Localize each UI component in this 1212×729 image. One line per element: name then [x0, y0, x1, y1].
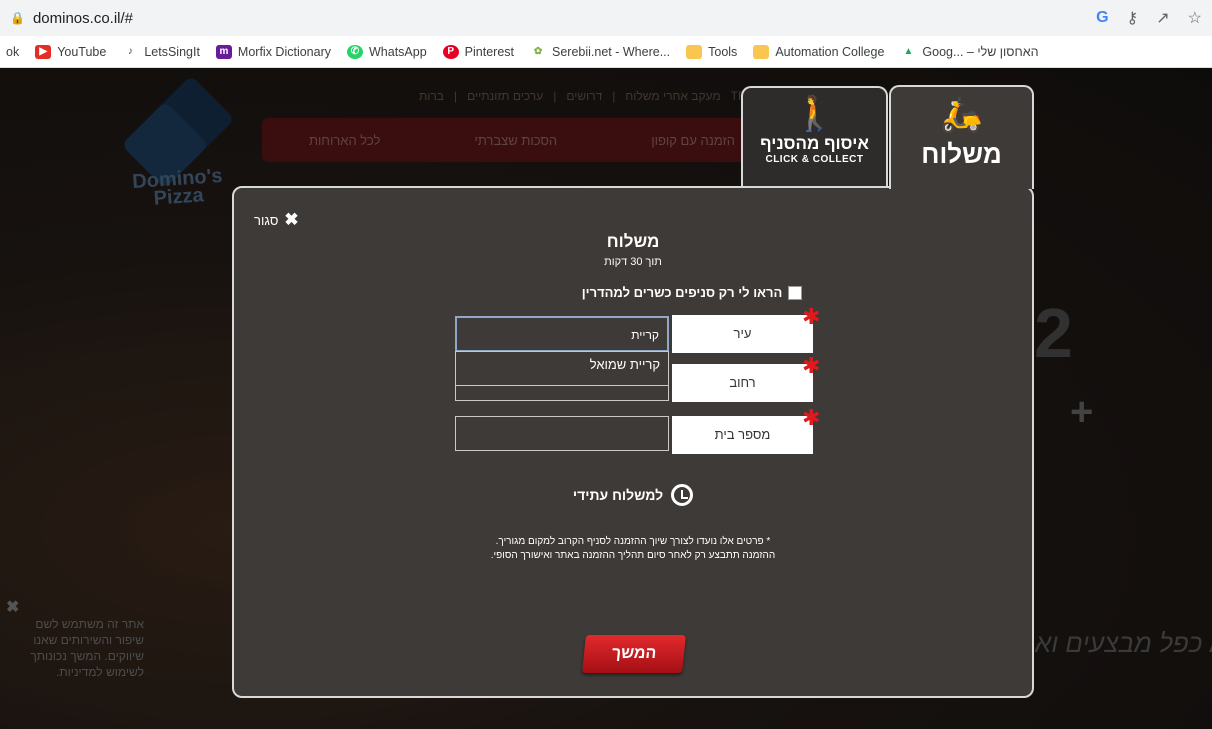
- folder-icon: [686, 44, 703, 59]
- kosher-label: הראו לי רק סניפים כשרים למהדרין: [581, 285, 783, 300]
- bookmark-whatsapp[interactable]: ✆ WhatsApp: [347, 44, 427, 59]
- required-star-icon: ✱: [802, 304, 821, 329]
- bookmark-google-drive[interactable]: ▲ Goog... – האחסון שלי: [900, 45, 1038, 59]
- folder-icon: [753, 44, 770, 59]
- street-label: רחוב: [672, 364, 813, 402]
- page-content: Domino's Pizza TRACKER מעקב אחרי משלוח |…: [0, 68, 1212, 729]
- morfix-icon: m: [215, 44, 232, 59]
- kosher-checkbox-row[interactable]: הראו לי רק סניפים כשרים למהדרין: [572, 285, 812, 300]
- tab-pickup[interactable]: 🚶 איסוף מהסניף CLICK & COLLECT: [741, 86, 888, 189]
- future-delivery-link[interactable]: למשלוח עתידי: [234, 484, 1032, 506]
- pinterest-icon: P: [442, 44, 459, 59]
- clock-icon: [671, 484, 694, 506]
- street-autocomplete-option[interactable]: קריית שמואל: [455, 351, 669, 386]
- city-input[interactable]: קריית: [455, 316, 669, 352]
- close-label: סגור: [254, 212, 279, 228]
- google-icon[interactable]: G: [1096, 9, 1108, 27]
- delivery-modal: סגור ✖ משלוח תוך 30 דקות הראו לי רק סניפ…: [232, 186, 1034, 698]
- walking-person-icon: 🚶: [793, 95, 836, 133]
- required-star-icon: ✱: [802, 405, 821, 430]
- disclaimer-note: * פרטים אלו נועדו לצורך שיוך ההזמנה לסני…: [490, 536, 776, 561]
- tab-delivery[interactable]: 🛵 משלוח: [889, 85, 1034, 189]
- kosher-checkbox[interactable]: [788, 285, 803, 300]
- close-button[interactable]: סגור ✖: [254, 210, 299, 230]
- city-label: עיר: [672, 315, 813, 353]
- whatsapp-icon: ✆: [347, 44, 363, 59]
- bookmark-facebook[interactable]: ok: [6, 45, 19, 59]
- bookmark-letssingit[interactable]: ♪ LetsSingIt: [122, 45, 200, 59]
- address-bar[interactable]: 🔒 dominos.co.il/# G ⚷ ↗ ☆: [0, 0, 1212, 36]
- street-input[interactable]: [455, 382, 669, 401]
- bookmark-youtube[interactable]: ▶ YouTube: [35, 44, 106, 59]
- close-icon: ✖: [284, 210, 299, 229]
- continue-button[interactable]: המשך: [582, 635, 686, 673]
- scooter-icon: 🛵: [940, 96, 983, 134]
- lock-icon[interactable]: 🔒: [10, 11, 25, 25]
- future-delivery-label: למשלוח עתידי: [572, 487, 664, 503]
- bookmark-star-icon[interactable]: ☆: [1188, 8, 1202, 28]
- bookmark-serebii[interactable]: ✿ Serebii.net - Where...: [530, 45, 670, 59]
- bookmark-tools[interactable]: Tools: [686, 44, 737, 59]
- house-number-label: מספר בית: [672, 416, 813, 454]
- youtube-icon: ▶: [35, 44, 52, 59]
- bookmarks-bar: ok ▶ YouTube ♪ LetsSingIt m Morfix Dictiona…: [0, 36, 1212, 68]
- share-icon[interactable]: ↗: [1156, 8, 1169, 28]
- bookmark-morfix[interactable]: m Morfix Dictionary: [215, 44, 331, 59]
- url-text[interactable]: dominos.co.il/#: [33, 10, 133, 27]
- required-star-icon: ✱: [802, 353, 821, 378]
- google-drive-icon: ▲: [903, 45, 914, 57]
- key-icon[interactable]: ⚷: [1127, 8, 1139, 28]
- bookmark-automation-college[interactable]: Automation College: [753, 44, 884, 59]
- modal-subtitle: תוך 30 דקות: [604, 256, 662, 268]
- serebii-icon: ✿: [533, 45, 543, 57]
- bookmark-pinterest[interactable]: P Pinterest: [442, 44, 514, 59]
- modal-title: משלוח: [606, 232, 660, 251]
- house-number-input[interactable]: [455, 416, 669, 451]
- music-note-icon: ♪: [127, 45, 133, 57]
